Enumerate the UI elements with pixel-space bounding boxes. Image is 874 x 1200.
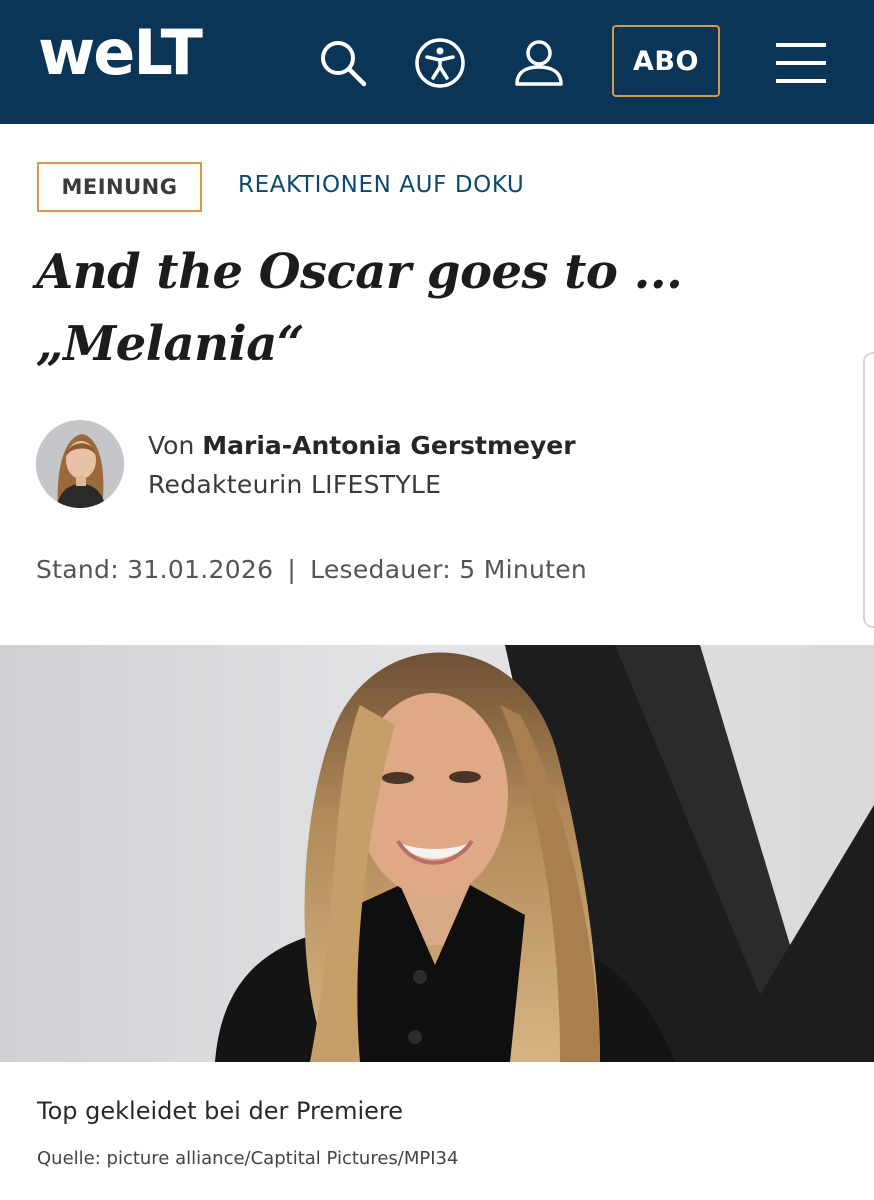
- logo-text-caps: LT: [133, 16, 203, 89]
- meta-separator: |: [287, 555, 297, 584]
- headline-line-2: „Melania“: [36, 316, 304, 372]
- scroll-handle[interactable]: [863, 352, 874, 628]
- topic-link[interactable]: REAKTIONEN AUF DOKU: [238, 172, 524, 198]
- accessibility-icon[interactable]: [413, 36, 467, 90]
- logo-text-lower: we: [38, 16, 135, 89]
- abo-button[interactable]: ABO: [612, 25, 720, 97]
- search-icon[interactable]: [316, 36, 370, 90]
- author-byline: Von Maria-Antonia Gerstmeyer: [148, 431, 576, 460]
- author-avatar[interactable]: [36, 420, 124, 508]
- user-icon[interactable]: [512, 36, 566, 90]
- hero-image[interactable]: [0, 645, 874, 1062]
- category-badge[interactable]: MEINUNG: [37, 162, 202, 212]
- article-meta: Stand: 31.01.2026 | Lesedauer: 5 Minuten: [36, 555, 587, 584]
- publish-date: Stand: 31.01.2026: [36, 555, 274, 584]
- author-prefix: Von: [148, 431, 195, 460]
- image-credit: Quelle: picture alliance/Captital Pictur…: [37, 1148, 459, 1169]
- author-name-link[interactable]: Maria-Antonia Gerstmeyer: [202, 431, 575, 460]
- menu-icon[interactable]: [772, 36, 830, 90]
- reading-time: Lesedauer: 5 Minuten: [310, 555, 588, 584]
- author-role: Redakteurin LIFESTYLE: [148, 470, 442, 499]
- welt-logo[interactable]: weLT: [38, 22, 203, 84]
- article-headline: And the Oscar goes to ... „Melania“: [36, 236, 816, 380]
- image-caption: Top gekleidet bei der Premiere: [37, 1097, 404, 1125]
- site-header: weLT ABO: [0, 0, 874, 124]
- headline-line-1: And the Oscar goes to ...: [36, 244, 683, 300]
